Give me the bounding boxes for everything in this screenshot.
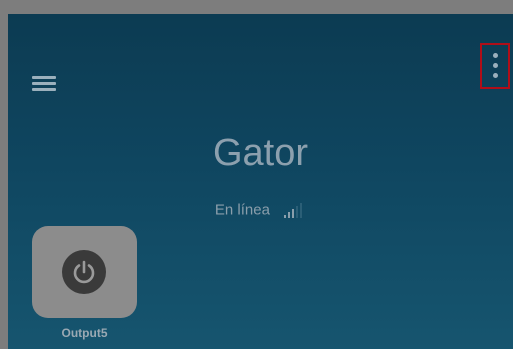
menu-bar [32, 76, 56, 79]
power-icon [73, 260, 95, 284]
output-label: Output5 [61, 326, 108, 340]
signal-bar [296, 206, 299, 218]
signal-bar [288, 212, 291, 218]
signal-bar [300, 203, 303, 218]
device-title: Gator [212, 132, 309, 174]
more-vertical-icon[interactable] [480, 43, 510, 89]
status-text: En línea [214, 201, 270, 219]
power-button[interactable] [62, 250, 106, 294]
more-dot [493, 63, 498, 68]
more-dot [493, 73, 498, 78]
connection-status: En línea [8, 200, 513, 220]
app-screen: Gator En línea Output5 [8, 14, 513, 349]
output-tile[interactable] [32, 226, 137, 318]
signal-strength-icon [282, 200, 306, 220]
device-frame: Gator En línea Output5 [0, 0, 513, 349]
signal-bar [292, 209, 295, 218]
more-dot [493, 53, 498, 58]
signal-bar [284, 215, 287, 218]
menu-bar [32, 82, 56, 85]
hamburger-menu-icon[interactable] [30, 70, 60, 96]
menu-bar [32, 88, 56, 91]
